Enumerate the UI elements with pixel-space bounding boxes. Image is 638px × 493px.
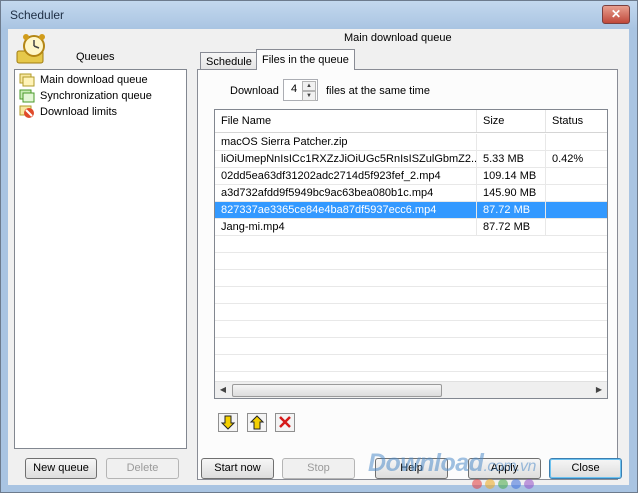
delete-queue-button[interactable]: Delete xyxy=(106,458,179,479)
tab-label: Schedule xyxy=(206,56,252,68)
arrow-up-icon xyxy=(249,415,265,430)
download-limits-icon xyxy=(19,105,34,118)
column-header-size[interactable]: Size xyxy=(477,110,546,132)
start-now-button[interactable]: Start now xyxy=(201,458,274,479)
empty-row xyxy=(215,355,607,372)
tab-schedule[interactable]: Schedule xyxy=(200,52,258,70)
status-cell: 0.42% xyxy=(552,153,584,165)
size-cell xyxy=(477,134,546,150)
remove-file-button[interactable] xyxy=(275,413,295,432)
watermark-logo: Download.com.vn xyxy=(368,449,536,477)
queues-label: Queues xyxy=(76,51,115,63)
empty-row xyxy=(215,253,607,270)
queue-item-sync[interactable]: Synchronization queue xyxy=(19,88,152,104)
queue-item-label: Main download queue xyxy=(40,74,148,86)
close-button[interactable]: Close xyxy=(549,458,622,479)
queue-folder-icon xyxy=(19,73,35,87)
arrow-down-icon xyxy=(220,415,236,430)
window-title: Scheduler xyxy=(10,8,65,22)
table-row-selected[interactable]: 827337ae3365ce84e4ba87df5937ecc6.mp4 87.… xyxy=(215,202,607,219)
empty-row xyxy=(215,304,607,321)
title-bar[interactable]: Scheduler ✕ xyxy=(1,1,637,29)
alarm-clock-icon xyxy=(16,34,45,64)
queue-item-main[interactable]: Main download queue xyxy=(19,72,148,88)
file-name-cell: Jang-mi.mp4 xyxy=(215,219,477,235)
grid-header: File Name Size Status xyxy=(215,110,607,133)
move-up-button[interactable] xyxy=(247,413,267,432)
download-suffix-label: files at the same time xyxy=(326,85,430,97)
spin-up-icon[interactable]: ▲ xyxy=(302,81,316,91)
queue-item-label: Download limits xyxy=(40,106,118,118)
status-cell xyxy=(546,202,607,218)
queue-item-label: Synchronization queue xyxy=(40,90,152,102)
empty-row xyxy=(215,321,607,338)
file-name-cell: 827337ae3365ce84e4ba87df5937ecc6.mp4 xyxy=(215,202,477,218)
move-down-button[interactable] xyxy=(218,413,238,432)
scheduler-window: Scheduler ✕ Queues Main download queue S… xyxy=(0,0,638,493)
table-row[interactable]: macOS Sierra Patcher.zip xyxy=(215,134,607,151)
size-cell: 87.72 MB xyxy=(477,219,546,235)
concurrent-downloads-spinner[interactable]: 4 ▲ ▼ xyxy=(283,79,318,101)
new-queue-button[interactable]: New queue xyxy=(25,458,97,479)
close-icon: ✕ xyxy=(610,7,622,21)
column-header-status[interactable]: Status xyxy=(546,110,607,132)
tab-files-in-queue[interactable]: Files in the queue xyxy=(256,49,355,70)
file-name-cell: liOiUmepNnIsICc1RXZzJiOiUGc5RnIsISZulGbm… xyxy=(215,151,477,167)
table-row[interactable]: liOiUmepNnIsICc1RXZzJiOiUGc5RnIsISZulGbm… xyxy=(215,151,607,168)
empty-row xyxy=(215,338,607,355)
file-name-cell: 02dd5ea63df31202adc2714d5f923fef_2.mp4 xyxy=(215,168,477,184)
status-cell xyxy=(546,219,607,235)
empty-row xyxy=(215,287,607,304)
size-cell: 145.90 MB xyxy=(477,185,546,201)
delete-x-icon xyxy=(279,416,291,428)
horizontal-scrollbar[interactable]: ◀ ▶ xyxy=(215,381,607,398)
queue-title: Main download queue xyxy=(344,32,452,44)
queue-item-download-limits[interactable]: Download limits xyxy=(19,104,117,120)
table-row[interactable]: Jang-mi.mp4 87.72 MB xyxy=(215,219,607,236)
tab-label: Files in the queue xyxy=(262,54,349,66)
spin-down-icon[interactable]: ▼ xyxy=(302,91,316,101)
status-cell xyxy=(546,134,607,150)
scrollbar-thumb[interactable] xyxy=(232,384,442,397)
size-cell: 109.14 MB xyxy=(477,168,546,184)
stop-button[interactable]: Stop xyxy=(282,458,355,479)
client-area: Queues Main download queue Synchronizati… xyxy=(8,29,629,489)
size-cell: 5.33 MB xyxy=(477,151,546,167)
column-header-file-name[interactable]: File Name xyxy=(215,110,477,132)
scroll-left-icon[interactable]: ◀ xyxy=(215,382,231,398)
empty-row xyxy=(215,270,607,287)
empty-row xyxy=(215,236,607,253)
watermark-dots xyxy=(472,479,537,492)
queue-tree[interactable]: Main download queue Synchronization queu… xyxy=(14,69,187,449)
status-cell xyxy=(546,185,607,201)
file-name-cell: a3d732afdd9f5949bc9ac63bea080b1c.mp4 xyxy=(215,185,477,201)
scroll-right-icon[interactable]: ▶ xyxy=(591,382,607,398)
sync-queue-icon xyxy=(19,89,35,103)
file-name-cell: macOS Sierra Patcher.zip xyxy=(215,134,477,150)
window-close-button[interactable]: ✕ xyxy=(602,5,630,24)
status-cell xyxy=(546,168,607,184)
concurrent-downloads-value[interactable]: 4 xyxy=(291,83,297,95)
table-row[interactable]: a3d732afdd9f5949bc9ac63bea080b1c.mp4 145… xyxy=(215,185,607,202)
files-grid[interactable]: File Name Size Status macOS Sierra Patch… xyxy=(214,109,608,399)
download-label: Download xyxy=(230,85,279,97)
size-cell: 87.72 MB xyxy=(477,202,546,218)
table-row[interactable]: 02dd5ea63df31202adc2714d5f923fef_2.mp4 1… xyxy=(215,168,607,185)
